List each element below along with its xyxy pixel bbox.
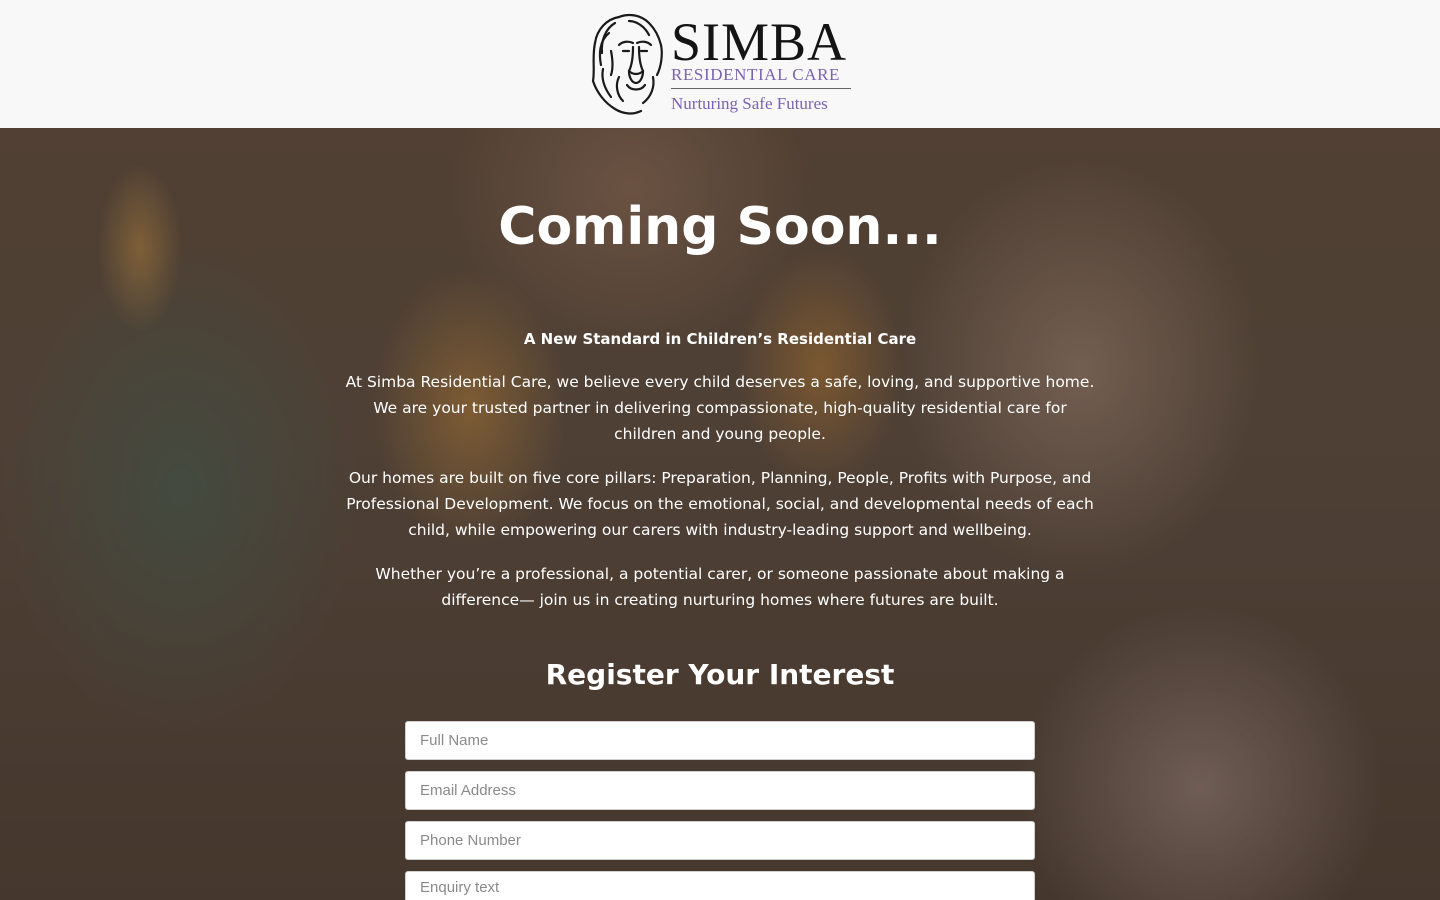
phone-input[interactable] bbox=[405, 821, 1035, 860]
logo-tagline: Nurturing Safe Futures bbox=[671, 93, 828, 113]
pillars-paragraph: Our homes are built on five core pillars… bbox=[346, 469, 1094, 539]
logo[interactable]: SIMBA RESIDENTIAL CARE Nurturing Safe Fu… bbox=[589, 11, 851, 117]
logo-divider bbox=[671, 87, 851, 89]
site-header: SIMBA RESIDENTIAL CARE Nurturing Safe Fu… bbox=[0, 0, 1440, 128]
logo-subtitle: RESIDENTIAL CARE bbox=[671, 64, 841, 84]
hero-section: Coming Soon... A New Standard in Childre… bbox=[0, 128, 1440, 900]
logo-name: SIMBA bbox=[671, 11, 848, 72]
full-name-input[interactable] bbox=[405, 721, 1035, 760]
register-heading: Register Your Interest bbox=[545, 658, 895, 691]
intro-paragraph: At Simba Residential Care, we believe ev… bbox=[345, 373, 1095, 443]
email-input[interactable] bbox=[405, 771, 1035, 810]
coming-soon-heading: Coming Soon... bbox=[498, 197, 942, 257]
hero-subheading: A New Standard in Children’s Residential… bbox=[523, 330, 917, 348]
logo-wordmark: SIMBA RESIDENTIAL CARE Nurturing Safe Fu… bbox=[671, 11, 851, 113]
join-paragraph: Whether you’re a professional, a potenti… bbox=[375, 565, 1065, 609]
hero-content: Coming Soon... A New Standard in Childre… bbox=[0, 128, 1440, 900]
lion-head-icon bbox=[591, 13, 663, 115]
enquiry-textarea[interactable] bbox=[405, 871, 1035, 900]
